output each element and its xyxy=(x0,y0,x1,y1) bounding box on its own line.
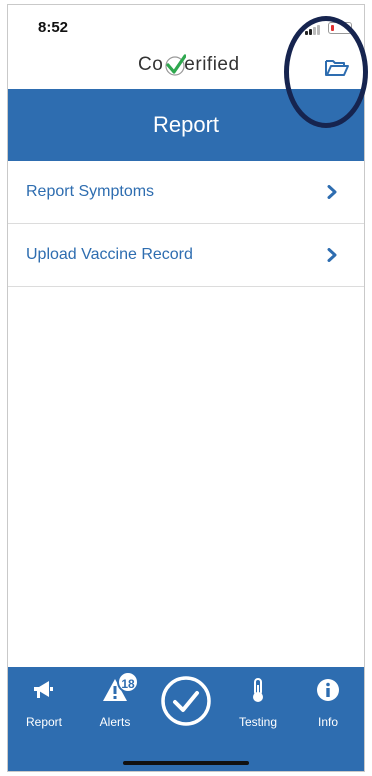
logo-check-icon xyxy=(165,54,187,76)
menu-item-label: Upload Vaccine Record xyxy=(26,246,193,263)
check-circle-icon xyxy=(161,676,211,726)
chevron-right-icon xyxy=(327,248,337,262)
battery-icon xyxy=(328,22,352,34)
tab-testing-label: Testing xyxy=(238,715,278,729)
tab-info-label: Info xyxy=(317,715,338,729)
info-icon xyxy=(317,679,339,701)
menu-item-label: Report Symptoms xyxy=(26,183,155,200)
menu-item-upload-vaccine-record[interactable]: Upload Vaccine Record xyxy=(8,224,364,287)
tab-alerts[interactable]: 18 Alerts xyxy=(83,671,147,729)
title-bar: Report xyxy=(8,89,364,161)
thermometer-icon xyxy=(253,678,263,702)
logo-text-prefix: Co xyxy=(138,54,164,75)
logo-text-suffix: erified xyxy=(184,54,240,75)
page-title: Report xyxy=(152,112,220,137)
folder-open-icon[interactable] xyxy=(324,57,350,79)
tab-report-label: Report xyxy=(25,715,63,729)
tab-check[interactable] xyxy=(148,675,224,727)
tab-testing[interactable]: Testing xyxy=(226,677,290,729)
menu-list: Report Symptoms Upload Vaccine Record xyxy=(8,161,364,287)
megaphone-icon xyxy=(34,681,53,698)
tab-alerts-label: Alerts xyxy=(99,715,131,729)
status-time: 8:52 xyxy=(38,19,69,36)
status-bar: 8:52 xyxy=(8,5,364,47)
tab-report[interactable]: Report xyxy=(12,677,76,729)
app-logo: Co erified xyxy=(138,53,240,77)
app-frame: 8:52 Co erified Report Report Symptoms U… xyxy=(7,4,365,772)
alerts-badge: 18 xyxy=(117,671,139,693)
tab-info[interactable]: Info xyxy=(296,677,360,729)
chevron-right-icon xyxy=(327,185,337,199)
menu-item-report-symptoms[interactable]: Report Symptoms xyxy=(8,161,364,224)
signal-icon xyxy=(305,25,320,35)
bottom-tab-bar: Report 18 Alerts Testing Info xyxy=(8,667,364,771)
home-indicator xyxy=(123,761,249,765)
app-header: Co erified xyxy=(8,47,364,89)
